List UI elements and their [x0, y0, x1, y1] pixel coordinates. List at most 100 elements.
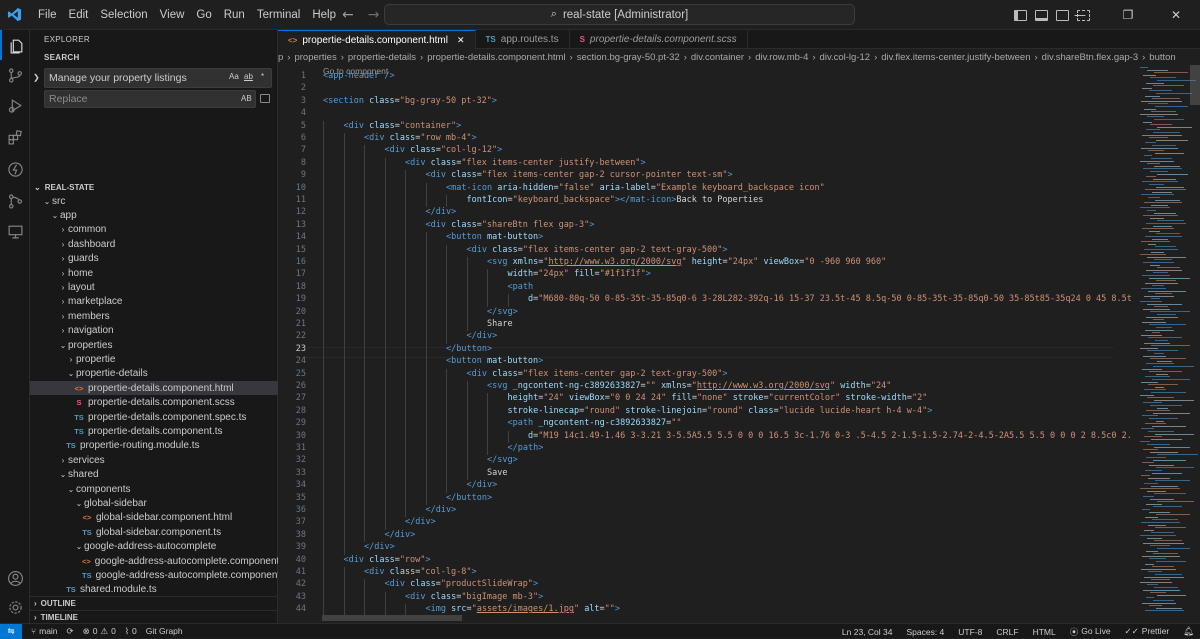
preserve-case-icon[interactable]: AB [241, 94, 252, 103]
tree-file[interactable]: <> propertie-details.component.html [30, 381, 278, 396]
tree-folder[interactable]: ⌄ global-sidebar [30, 496, 278, 510]
close-icon[interactable]: ✕ [1152, 8, 1200, 22]
outline-header[interactable]: › OUTLINE [30, 596, 278, 610]
toggle-sidebar-icon[interactable] [1014, 9, 1027, 21]
indent-guide [384, 294, 386, 307]
remote-indicator-icon[interactable]: ⇋ [0, 623, 22, 639]
tree-folder[interactable]: ⌄ shared [30, 468, 278, 482]
menu-file[interactable]: File [32, 0, 63, 30]
regex-icon[interactable]: * [261, 72, 264, 81]
forward-arrow-icon[interactable]: → [368, 7, 380, 23]
breadcrumb-item[interactable]: div.row.mb-4 [755, 52, 808, 63]
tree-file[interactable]: TS global-sidebar.component.ts [30, 525, 278, 539]
tree-file[interactable]: TS shared.module.ts [30, 583, 278, 597]
replace-all-icon[interactable] [260, 94, 270, 103]
source-control-icon[interactable] [0, 60, 30, 90]
tree-folder[interactable]: › members [30, 309, 278, 323]
whole-word-icon[interactable]: ab [244, 72, 253, 81]
breadcrumb-item[interactable]: div.col-lg-12 [820, 52, 871, 63]
explorer-icon[interactable] [0, 30, 30, 60]
tree-file[interactable]: <> global-sidebar.component.html [30, 511, 278, 525]
minimap-line [1157, 173, 1188, 175]
tree-file[interactable]: TS propertie-details.component.spec.ts [30, 410, 278, 424]
replace-input[interactable]: Replace AB [44, 90, 256, 108]
menu-run[interactable]: Run [218, 0, 251, 30]
tree-folder[interactable]: ⌄ app [30, 208, 278, 222]
tree-file[interactable]: <> google-address-autocomplete.component.… [30, 554, 301, 568]
remote-explorer-icon[interactable] [0, 216, 30, 246]
code-editor[interactable]: Go to component 1 <app-header /> 2 3 <sectio… [278, 65, 1200, 623]
breadcrumb-item[interactable]: p [278, 52, 283, 63]
breadcrumb-item[interactable]: div.shareBtn.flex.gap-3 [1042, 52, 1138, 63]
menu-help[interactable]: Help [306, 0, 342, 30]
indentation[interactable]: Spaces: 4 [906, 627, 944, 637]
tree-file[interactable]: TS propertie-details.component.ts [30, 424, 278, 438]
tree-folder[interactable]: › home [30, 266, 278, 280]
tree-folder[interactable]: ⌄ src [30, 194, 278, 208]
tree-folder[interactable]: › propertie [30, 352, 278, 366]
encoding[interactable]: UTF-8 [958, 627, 982, 637]
menu-terminal[interactable]: Terminal [251, 0, 306, 30]
minimap[interactable] [1134, 65, 1200, 623]
notifications-bell-icon[interactable]: 🔔︎ [1183, 626, 1194, 637]
tree-file[interactable]: Spropertie-details.component.scss [30, 396, 278, 410]
menu-go[interactable]: Go [190, 0, 217, 30]
branch-indicator[interactable]: ⑂ main [31, 626, 58, 636]
minimize-icon[interactable]: — [1056, 8, 1104, 22]
minimap-line [1143, 168, 1182, 170]
workspace-header[interactable]: ⌄ REAL-STATE [30, 180, 278, 194]
tree-folder[interactable]: ⌄ components [30, 482, 278, 496]
tree-folder[interactable]: ⌄ properties [30, 338, 278, 352]
thunder-icon[interactable] [0, 154, 30, 184]
end-of-line[interactable]: CRLF [996, 627, 1018, 637]
restore-icon[interactable]: ❐ [1104, 8, 1152, 22]
git-graph-status[interactable]: Git Graph [146, 626, 183, 636]
horizontal-scrollbar[interactable] [322, 615, 462, 621]
command-center[interactable]: ⌕ real-state [Administrator] [384, 4, 855, 25]
git-graph-icon[interactable] [0, 186, 30, 216]
tree-folder[interactable]: › dashboard [30, 237, 278, 251]
tree-folder[interactable]: › layout [30, 280, 278, 294]
menu-selection[interactable]: Selection [94, 0, 153, 30]
ports-indicator[interactable]: ⌇ 0 [125, 626, 137, 637]
vertical-scrollbar[interactable] [1190, 65, 1200, 105]
close-tab-icon[interactable]: ✕ [457, 35, 465, 46]
breadcrumb-item[interactable]: properties [294, 52, 336, 63]
tree-file[interactable]: TS google-address-autocomplete.component.… [30, 568, 291, 582]
timeline-header[interactable]: › TIMELINE [30, 610, 278, 624]
language-mode[interactable]: HTML [1033, 627, 1056, 637]
account-icon[interactable] [0, 563, 30, 593]
back-arrow-icon[interactable]: ← [342, 7, 354, 23]
cursor-position[interactable]: Ln 23, Col 34 [842, 627, 893, 637]
breadcrumb-item[interactable]: div.flex.items-center.justify-between [881, 52, 1030, 63]
tree-folder[interactable]: › services [30, 453, 278, 467]
extensions-icon[interactable] [0, 122, 30, 152]
tree-folder[interactable]: ⌄ google-address-autocomplete [30, 540, 278, 554]
toggle-replace-chevron-icon[interactable]: ❯ [33, 73, 40, 82]
editor-tab[interactable]: Spropertie-details.component.scss [570, 30, 748, 49]
tree-folder[interactable]: ⌄ propertie-details [30, 367, 278, 381]
search-input[interactable]: Manage your property listings Aa ab * [44, 68, 272, 88]
run-debug-icon[interactable] [0, 90, 30, 120]
toggle-panel-icon[interactable] [1035, 9, 1048, 21]
problems-indicator[interactable]: ⊗ 0 ⚠ 0 [83, 626, 116, 637]
breadcrumb-item[interactable]: button [1149, 52, 1175, 63]
match-case-icon[interactable]: Aa [229, 72, 239, 81]
go-live-button[interactable]: ⦿ Go Live [1070, 626, 1111, 638]
tree-folder[interactable]: › common [30, 223, 278, 237]
sync-icon[interactable]: ⟳ [67, 626, 74, 637]
tree-folder[interactable]: › marketplace [30, 295, 278, 309]
breadcrumb-item[interactable]: propertie-details.component.html [427, 52, 565, 63]
gear-icon[interactable] [0, 592, 30, 622]
editor-tab[interactable]: <> propertie-details.component.html ✕ [278, 30, 476, 49]
breadcrumb-item[interactable]: propertie-details [348, 52, 416, 63]
editor-tab[interactable]: TS app.routes.ts [476, 30, 570, 49]
tree-file[interactable]: TS propertie-routing.module.ts [30, 439, 278, 453]
menu-view[interactable]: View [154, 0, 191, 30]
tree-folder[interactable]: › navigation [30, 324, 278, 338]
breadcrumb-item[interactable]: div.container [691, 52, 744, 63]
menu-edit[interactable]: Edit [63, 0, 95, 30]
breadcrumb-item[interactable]: section.bg-gray-50.pt-32 [577, 52, 680, 63]
tree-folder[interactable]: › guards [30, 252, 278, 266]
prettier-button[interactable]: ✓✓ Prettier [1125, 626, 1170, 637]
